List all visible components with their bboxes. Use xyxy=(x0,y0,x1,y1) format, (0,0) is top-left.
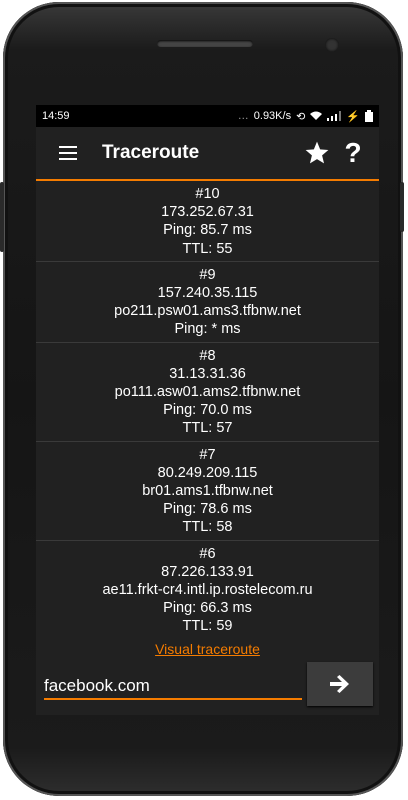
star-icon[interactable] xyxy=(299,127,335,179)
hop-ip: 173.252.67.31 xyxy=(161,204,254,221)
hop-number: #6 xyxy=(199,545,216,562)
go-button[interactable] xyxy=(307,662,373,706)
hop-ping: Ping: 85.7 ms xyxy=(163,222,252,239)
signal-icon xyxy=(327,111,342,121)
hop-ip: 31.13.31.36 xyxy=(169,365,246,382)
hop-number: #7 xyxy=(199,446,216,463)
hop-ping: Ping: 70.0 ms xyxy=(163,402,252,419)
hop-ip: 80.249.209.115 xyxy=(157,464,258,481)
volume-button xyxy=(0,182,4,252)
hop-ttl: TTL: 55 xyxy=(182,240,233,257)
host-input[interactable] xyxy=(44,674,302,700)
hop-ping: Ping: * ms xyxy=(174,321,241,338)
page-title: Traceroute xyxy=(102,142,200,163)
rotate-icon: ⟲ xyxy=(296,110,306,123)
dots-icon: … xyxy=(237,110,249,122)
hop-ip: 157.240.35.115 xyxy=(157,285,258,302)
charging-icon: ⚡ xyxy=(346,110,360,123)
hop-number: #10 xyxy=(195,186,220,202)
status-time: 14:59 xyxy=(42,110,70,122)
hop-ttl: TTL: 58 xyxy=(182,519,233,536)
help-icon[interactable]: ? xyxy=(335,127,371,179)
hop-host: br01.ams1.tfbnw.net xyxy=(142,483,273,500)
hop-item: #8 31.13.31.36 po111.asw01.ams2.tfbnw.ne… xyxy=(36,343,379,442)
hop-ttl: TTL: 57 xyxy=(182,420,233,437)
power-button xyxy=(400,182,404,232)
arrow-right-icon xyxy=(330,675,349,693)
hop-item: #7 80.249.209.115 br01.ams1.tfbnw.net Pi… xyxy=(36,442,379,541)
hop-list[interactable]: #10 173.252.67.31 Ping: 85.7 ms TTL: 55 … xyxy=(36,181,379,635)
hamburger-menu-icon[interactable] xyxy=(50,127,86,179)
hop-number: #8 xyxy=(199,347,216,364)
screen: 14:59 … 0.93K/s ⟲ ⚡ Traceroute ? #10 173… xyxy=(36,105,379,715)
hop-ping: Ping: 78.6 ms xyxy=(163,501,252,518)
app-bar: Traceroute ? xyxy=(36,127,379,181)
network-speed: 0.93K/s xyxy=(253,110,292,122)
earpiece-speaker xyxy=(157,40,253,47)
hop-host: po111.asw01.ams2.tfbnw.net xyxy=(114,384,301,401)
phone-frame: 14:59 … 0.93K/s ⟲ ⚡ Traceroute ? #10 173… xyxy=(0,2,404,796)
hop-item: #9 157.240.35.115 po211.psw01.ams3.tfbnw… xyxy=(36,262,379,343)
wifi-icon xyxy=(310,111,323,120)
hop-host: ae11.frkt-cr4.intl.ip.rostelecom.ru xyxy=(102,582,313,599)
hop-ttl: TTL: 59 xyxy=(182,618,233,635)
hop-item: #10 173.252.67.31 Ping: 85.7 ms TTL: 55 xyxy=(36,181,379,262)
hop-ping: Ping: 66.3 ms xyxy=(163,600,252,617)
front-camera xyxy=(325,38,339,52)
input-row xyxy=(36,662,379,710)
hop-ip: 87.226.133.91 xyxy=(161,563,254,580)
battery-icon xyxy=(365,110,373,122)
status-bar: 14:59 … 0.93K/s ⟲ ⚡ xyxy=(36,105,379,127)
visual-traceroute-link[interactable]: Visual traceroute xyxy=(36,641,379,661)
hop-item: #6 87.226.133.91 ae11.frkt-cr4.intl.ip.r… xyxy=(36,541,379,635)
hop-host: po211.psw01.ams3.tfbnw.net xyxy=(114,303,301,320)
hop-number: #9 xyxy=(199,266,216,283)
